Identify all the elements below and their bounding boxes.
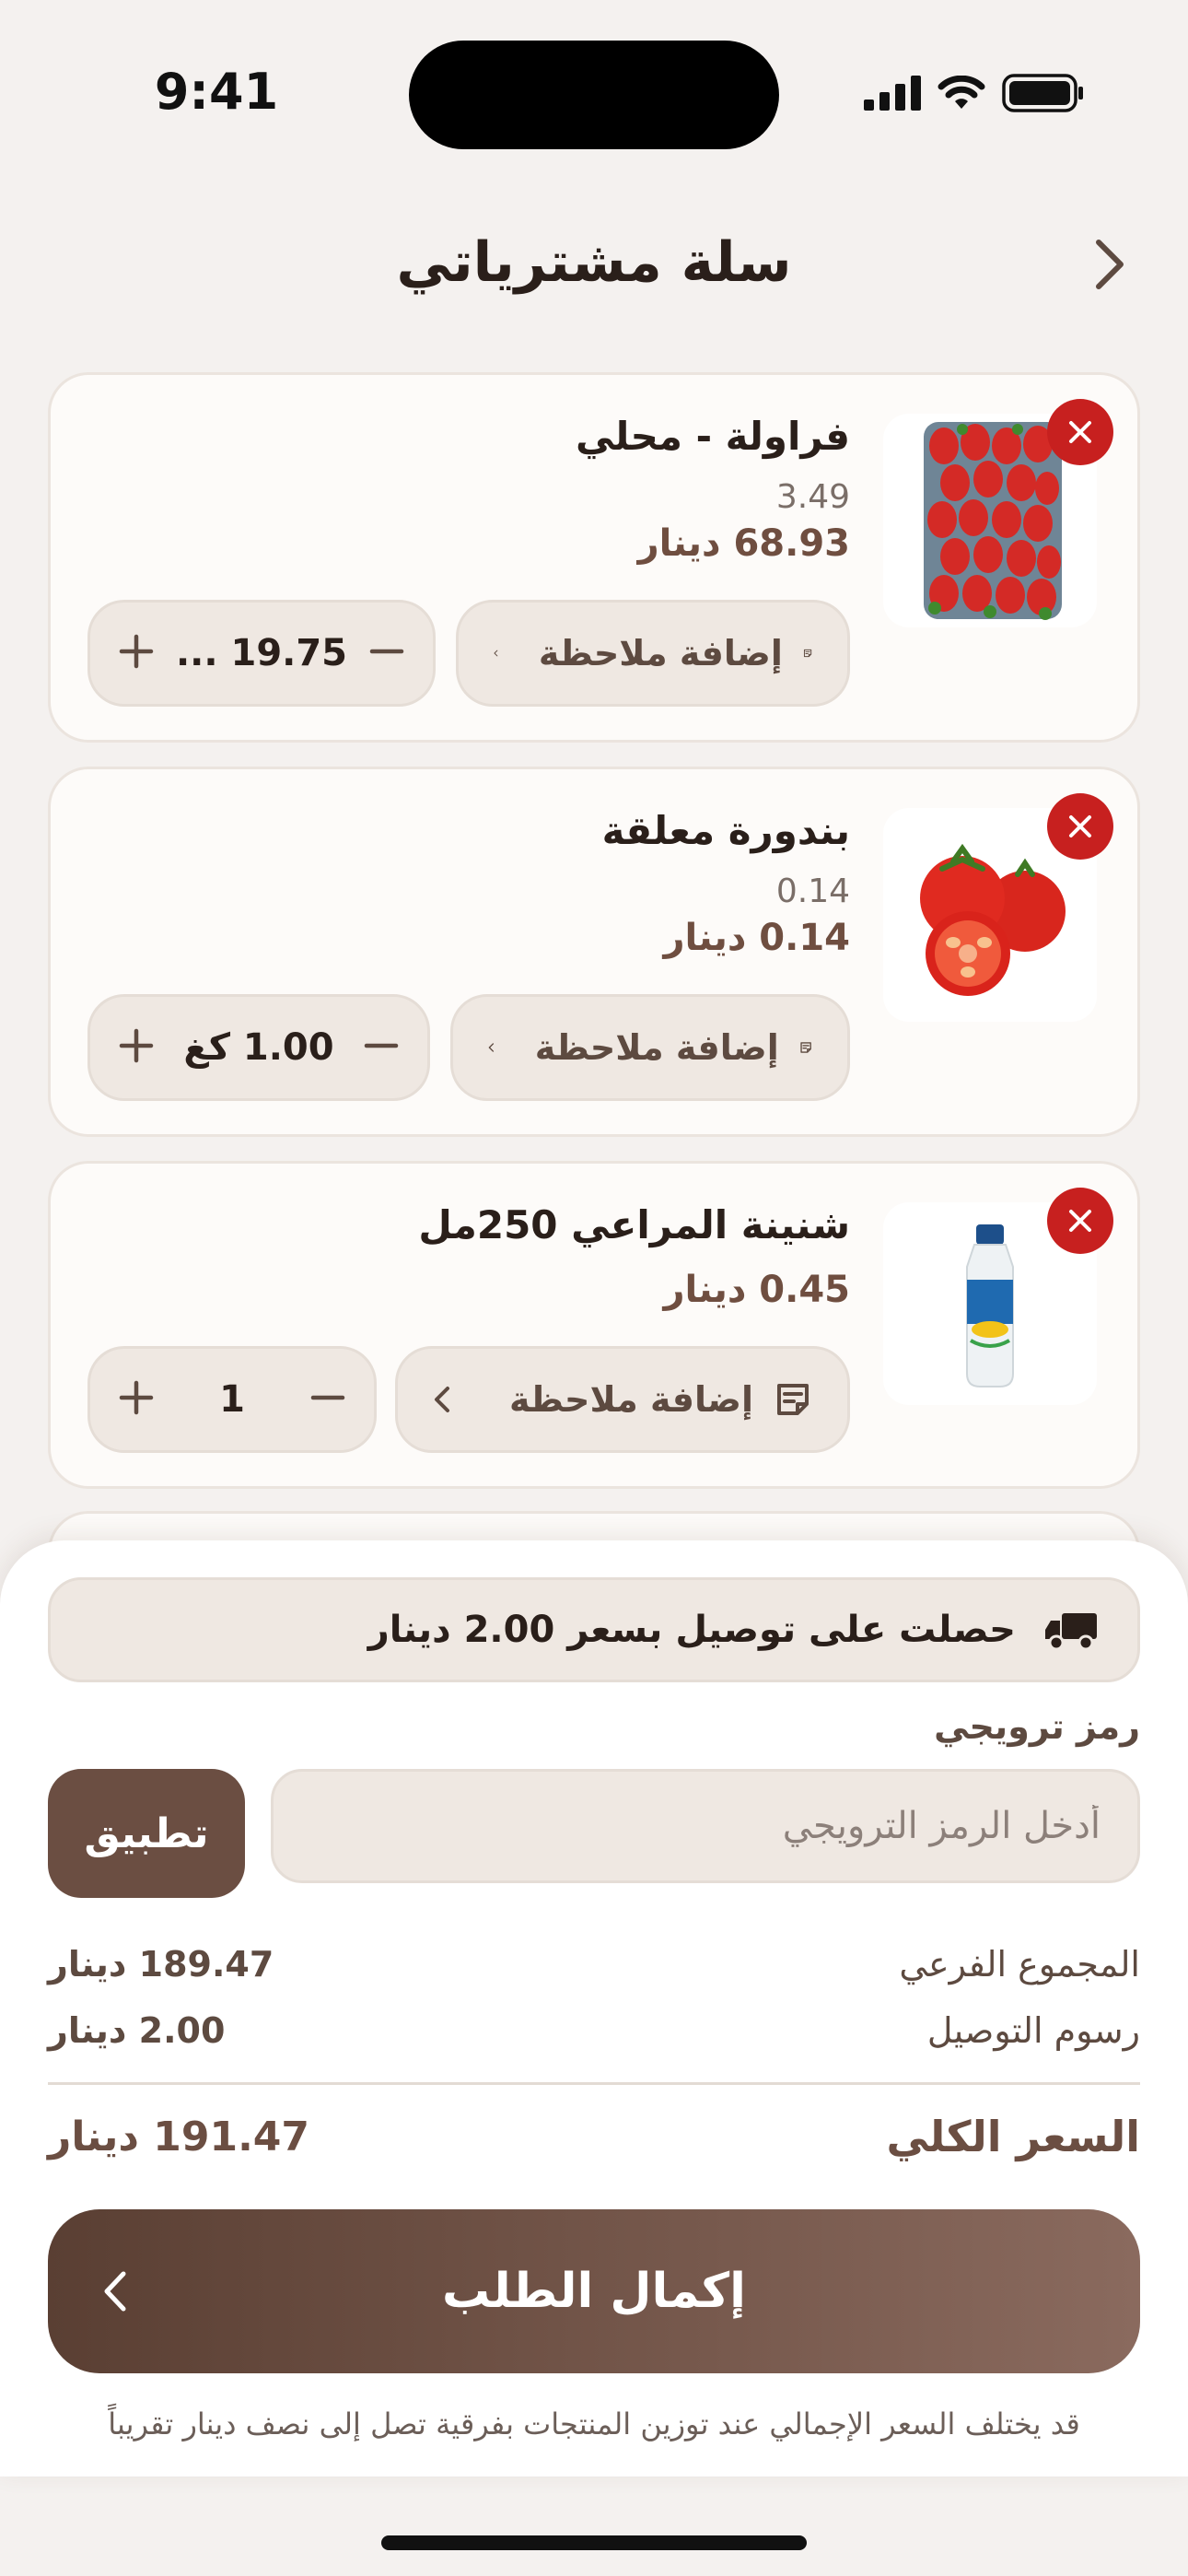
quantity-stepper: 19.75 ... (87, 600, 436, 707)
truck-icon (1045, 1613, 1097, 1650)
promo-code-label: رمز ترويجي (934, 1706, 1140, 1747)
add-note-button[interactable]: إضافة ملاحظة (450, 994, 850, 1101)
line-total: 0.45 دينار (663, 1269, 850, 1311)
page-title: سلة مشترياتي (396, 230, 792, 295)
product-name: فراولة - محلي (576, 414, 850, 459)
close-icon (1069, 421, 1091, 443)
total-label: السعر الكلي (886, 2112, 1140, 2161)
price-disclaimer: قد يختلف السعر الإجمالي عند توزين المنتج… (108, 2406, 1080, 2441)
decrease-quantity-button[interactable] (368, 633, 405, 673)
add-note-button[interactable]: إضافة ملاحظة (395, 1346, 850, 1453)
quantity-stepper: 1.00 كغ (87, 994, 430, 1101)
delivery-banner-text: حصلت على توصيل بسعر 2.00 دينار (367, 1609, 1016, 1651)
wifi-icon (938, 76, 985, 109)
delivery-banner: حصلت على توصيل بسعر 2.00 دينار (48, 1577, 1140, 1682)
promo-code-input[interactable] (271, 1769, 1140, 1883)
decrease-quantity-button[interactable] (363, 1027, 400, 1068)
remove-item-button[interactable] (1047, 399, 1113, 465)
plus-icon (119, 1028, 154, 1063)
dynamic-island (409, 41, 779, 149)
checkout-label: إكمال الطلب (442, 2264, 746, 2319)
chevron-left-icon (488, 1043, 495, 1052)
checkout-button[interactable]: إكمال الطلب (48, 2209, 1140, 2373)
back-button[interactable] (1077, 232, 1142, 297)
subtotal-value: 189.47 دينار (48, 1944, 274, 1985)
cart-item-card: بندورة معلقة 0.14 0.14 دينار إضافة ملاحظ… (48, 767, 1140, 1137)
battery-icon (1002, 74, 1083, 112)
remove-item-button[interactable] (1047, 793, 1113, 860)
chevron-left-icon (435, 1387, 449, 1412)
summary-divider (48, 2082, 1140, 2085)
line-total: 68.93 دينار (637, 522, 850, 565)
add-note-label: إضافة ملاحظة (538, 633, 783, 673)
status-time: 9:41 (154, 63, 279, 121)
apply-promo-button[interactable]: تطبيق (48, 1769, 245, 1898)
minus-icon (369, 649, 404, 654)
delivery-fee-value: 2.00 دينار (48, 2010, 226, 2051)
minus-icon (310, 1395, 345, 1400)
note-icon (803, 649, 812, 658)
note-icon (800, 1042, 811, 1053)
cellular-signal-icon (864, 76, 921, 111)
close-icon (1069, 1210, 1091, 1232)
chevron-left-icon (104, 2271, 126, 2312)
product-name: شنينة المراعي 250مل (418, 1202, 850, 1247)
chevron-left-icon (494, 650, 498, 657)
plus-icon (119, 1380, 154, 1415)
line-total: 0.14 دينار (663, 917, 850, 959)
decrease-quantity-button[interactable] (309, 1379, 346, 1420)
chevron-right-icon (1096, 240, 1124, 289)
close-icon (1069, 815, 1091, 837)
total-value: 191.47 دينار (48, 2113, 310, 2160)
add-note-label: إضافة ملاحظة (509, 1379, 753, 1420)
product-name: بندورة معلقة (601, 808, 850, 853)
increase-quantity-button[interactable] (118, 633, 155, 673)
quantity-value: 1.00 كغ (183, 1026, 334, 1069)
add-note-label: إضافة ملاحظة (534, 1027, 779, 1068)
add-note-button[interactable]: إضافة ملاحظة (456, 600, 850, 707)
cart-item-card: شنينة المراعي 250مل 0.45 دينار إضافة ملا… (48, 1161, 1140, 1489)
unit-price: 0.14 (775, 872, 850, 910)
remove-item-button[interactable] (1047, 1188, 1113, 1254)
status-icons (864, 74, 1085, 112)
unit-price: 3.49 (775, 478, 850, 516)
increase-quantity-button[interactable] (118, 1379, 155, 1420)
increase-quantity-button[interactable] (118, 1027, 155, 1068)
plus-icon (119, 634, 154, 669)
cart-item-card: فراولة - محلي 3.49 68.93 دينار إضافة ملا… (48, 372, 1140, 743)
delivery-fee-label: رسوم التوصيل (926, 2010, 1140, 2051)
note-icon (777, 1384, 809, 1415)
quantity-stepper: 1 (87, 1346, 377, 1453)
quantity-value: 19.75 ... (175, 632, 348, 674)
subtotal-label: المجموع الفرعي (899, 1944, 1140, 1985)
home-indicator[interactable] (381, 2535, 807, 2550)
quantity-value: 1 (219, 1378, 245, 1421)
minus-icon (364, 1043, 399, 1048)
